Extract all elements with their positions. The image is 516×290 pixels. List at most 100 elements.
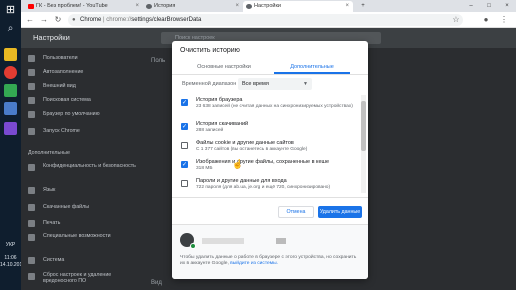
sidebar-item-reset[interactable]: Сброс настроек и удаление вредоносного П… <box>21 270 141 290</box>
media-icon[interactable] <box>4 122 17 135</box>
option-title: Файлы cookie и другие данные сайтов <box>196 140 294 146</box>
back-button[interactable]: ← <box>25 15 35 25</box>
close-tab-icon[interactable]: × <box>235 1 239 12</box>
wrench-icon <box>28 257 35 264</box>
start-menu-icon[interactable]: ⊞ <box>4 4 17 17</box>
toolbar: ← → ↻ ● Chrome | chrome://settings/clear… <box>21 12 516 28</box>
sidebar-item-label: Дополнительные <box>28 150 70 156</box>
option-subtitle: 23 638 записей (не считая данных на синх… <box>196 104 353 109</box>
download-icon <box>28 204 35 211</box>
section-heading-people: Поль <box>151 58 166 64</box>
option-title: Изображения и другие файлы, сохраненные … <box>196 159 330 165</box>
sidebar-item-label: Печать <box>43 220 61 226</box>
option-title: Пароли и другие данные для входа <box>196 178 287 184</box>
sidebar-item-label: Запуск Chrome <box>43 128 80 134</box>
account-info <box>202 238 244 244</box>
address-host: chrome:// <box>106 17 132 23</box>
gear-icon <box>246 4 252 9</box>
page-title: Настройки <box>33 33 70 42</box>
checkbox[interactable]: ✓ <box>181 123 188 130</box>
search-icon[interactable]: ⌕ <box>4 22 17 35</box>
forward-button[interactable]: → <box>39 15 49 25</box>
close-window-button[interactable]: × <box>498 0 516 12</box>
sidebar-item-search-engine[interactable]: Поисковая система <box>21 94 141 107</box>
sidebar-item-label: Язык <box>43 187 56 193</box>
tab-history[interactable]: История × <box>143 1 243 12</box>
sidebar-item-label: Сброс настроек и удаление вредоносного П… <box>43 272 112 284</box>
clock-date: 14.10.2019 <box>0 262 26 268</box>
divider <box>172 74 368 75</box>
tab-youtube[interactable]: ГК - Без проблем! - YouTube × <box>25 1 143 12</box>
reload-button[interactable]: ↻ <box>53 15 63 25</box>
tab-label: Настройки <box>254 3 281 9</box>
close-tab-icon[interactable]: × <box>345 1 349 12</box>
menu-icon[interactable]: ⋮ <box>499 15 509 25</box>
secure-icon: ● <box>72 17 76 23</box>
chevron-down-icon: ▼ <box>303 81 308 87</box>
close-tab-icon[interactable]: × <box>135 1 139 12</box>
autofill-icon <box>28 69 35 76</box>
option-title: История скачиваний <box>196 121 249 127</box>
sidebar-item-default-browser[interactable]: Браузер по умолчанию <box>21 108 141 121</box>
option-passwords[interactable]: Пароли и другие данные для входа 722 пар… <box>172 176 360 193</box>
clear-data-button[interactable]: Удалить данные <box>318 206 362 218</box>
list-scrollbar[interactable] <box>361 95 366 193</box>
sidebar-item-startup[interactable]: Запуск Chrome <box>21 125 141 138</box>
dialog-title: Очистить историю <box>180 47 240 54</box>
address-bar[interactable]: ● Chrome | chrome://settings/clearBrowse… <box>68 14 463 26</box>
checkbox[interactable]: ✓ <box>181 161 188 168</box>
sidebar-item-label: Система <box>43 257 65 263</box>
app-icon[interactable] <box>4 84 17 97</box>
option-title: История браузера <box>196 97 243 103</box>
chrome-icon[interactable] <box>4 66 17 79</box>
option-browsing-history[interactable]: ✓ История браузера 23 638 записей (не сч… <box>172 95 360 119</box>
checkbox[interactable]: ✓ <box>181 99 188 106</box>
checkbox[interactable] <box>181 142 188 149</box>
sidebar-item-downloads[interactable]: Скачанные файлы <box>21 201 141 214</box>
time-range-select[interactable]: Все время ▼ <box>238 78 312 90</box>
bookmark-star-icon[interactable]: ☆ <box>451 15 461 25</box>
sidebar-item-language[interactable]: Язык <box>21 184 141 197</box>
sidebar-item-system[interactable]: Система <box>21 254 141 267</box>
reset-icon <box>28 273 35 280</box>
scrollbar-thumb[interactable] <box>361 101 366 151</box>
sidebar-item-label: Браузер по умолчанию <box>43 111 100 117</box>
sign-out-link[interactable]: выйдите из системы. <box>230 261 278 266</box>
option-subtitle: С 1 377 сайтов (вы останетесь в аккаунте… <box>196 147 308 152</box>
tab-strip: ГК - Без проблем! - YouTube × История × … <box>21 0 516 12</box>
minimize-button[interactable]: – <box>462 0 480 12</box>
file-explorer-icon[interactable] <box>4 48 17 61</box>
tab-basic[interactable]: Основные настройки <box>178 61 270 73</box>
sidebar-item-accessibility[interactable]: Специальные возможности <box>21 231 141 251</box>
sidebar-item-appearance[interactable]: Внешний вид <box>21 80 141 93</box>
settings-sidebar: Пользователи Автозаполнение Внешний вид … <box>21 48 141 290</box>
palette-icon <box>28 83 35 90</box>
printer-icon <box>28 220 35 227</box>
person-icon <box>28 55 35 62</box>
section-heading-appearance: Вид <box>151 280 162 286</box>
sidebar-item-printing[interactable]: Печать <box>21 217 141 230</box>
address-path: settings/clearBrowserData <box>131 17 202 23</box>
new-tab-button[interactable]: + <box>354 0 372 12</box>
tab-settings[interactable]: Настройки × <box>243 1 353 12</box>
profile-avatar[interactable]: ● <box>481 15 491 25</box>
sidebar-item-advanced[interactable]: Дополнительные <box>21 147 141 160</box>
sidebar-item-label: Конфиденциальность и безопасность <box>43 163 136 169</box>
checkbox[interactable] <box>181 180 188 187</box>
accessibility-icon <box>28 234 35 241</box>
language-indicator[interactable]: УКР <box>0 242 21 248</box>
sidebar-item-privacy[interactable]: Конфиденциальность и безопасность <box>21 161 141 181</box>
option-subtitle: 288 записей <box>196 128 224 133</box>
option-subtitle: 318 МБ <box>196 166 213 171</box>
address-prefix: Chrome <box>80 17 102 23</box>
youtube-icon <box>28 4 34 9</box>
tab-label: ГК - Без проблем! - YouTube <box>36 3 108 9</box>
taskbar: ⊞ ⌕ УКР 11:06 14.10.2019 <box>0 0 26 290</box>
settings-icon[interactable] <box>4 102 17 115</box>
clock[interactable]: 11:06 14.10.2019 <box>0 255 26 269</box>
cancel-button[interactable]: Отмена <box>278 206 314 218</box>
maximize-button[interactable]: □ <box>480 0 498 12</box>
sidebar-item-people[interactable]: Пользователи <box>21 52 141 65</box>
time-range-value: Все время <box>242 81 269 87</box>
sidebar-item-autofill[interactable]: Автозаполнение <box>21 66 141 79</box>
